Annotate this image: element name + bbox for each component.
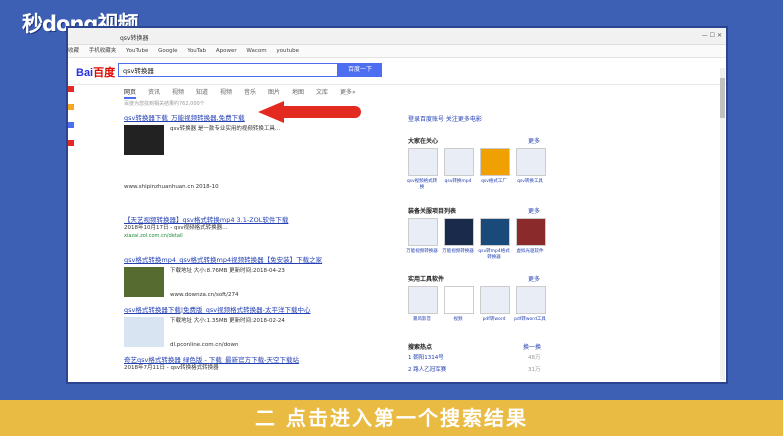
red-arrow-pointer	[258, 101, 284, 123]
result-title[interactable]: qsv格式转换器下载|免费版_qsv视频格式转换器-太平洋下载中心	[124, 306, 344, 314]
side-icon[interactable]	[68, 104, 74, 110]
app-label[interactable]: qsv格式工厂	[477, 178, 511, 184]
bookmark[interactable]: 手机收藏夹	[89, 48, 117, 54]
bookmark[interactable]: Google	[158, 48, 177, 54]
hot-item[interactable]: 1 朝阳1314号	[408, 354, 444, 362]
app-label[interactable]: pdf转word工具	[513, 316, 547, 322]
app-thumbnail[interactable]	[480, 218, 510, 246]
bookmarks-bar: 收藏 手机收藏夹 YouTube Google YouTab Apower Wa…	[68, 45, 726, 58]
result-snippet: 2018年10月17日 - qsv视频格式转换器…	[124, 225, 228, 231]
hot-count: 48万	[528, 355, 541, 361]
result-url[interactable]: www.shipinzhuanhuan.cn 2018-10	[124, 183, 219, 191]
app-thumbnail[interactable]	[516, 218, 546, 246]
app-label[interactable]: 万能视频转换器	[405, 248, 439, 254]
app-label[interactable]: 暴风影音	[405, 316, 439, 322]
result-thumbnail[interactable]	[124, 267, 164, 297]
sidebar-login[interactable]: 登录百度账号 关注更多电影	[408, 114, 482, 123]
tab-web[interactable]: 网页	[124, 87, 137, 99]
app-thumbnail[interactable]	[516, 286, 546, 314]
tab-wenku[interactable]: 文库	[316, 87, 328, 96]
app-thumbnail[interactable]	[444, 148, 474, 176]
tab-music[interactable]: 音乐	[244, 87, 256, 96]
result-title[interactable]: 【天艺视频转换器】qsv格式转换mp4 3.1-ZOL软件下载	[124, 216, 344, 224]
app-label[interactable]: qsv视频格式转换	[405, 178, 439, 190]
app-thumbnail[interactable]	[480, 286, 510, 314]
bookmark[interactable]: YouTube	[126, 48, 148, 54]
result-count: 百度为您找到相关结果约762,000个	[124, 101, 205, 107]
sidebar-more-link[interactable]: 更多	[528, 136, 540, 145]
window-controls[interactable]: — ☐ ✕	[702, 28, 722, 44]
search-result: 奇艺qsv格式转换器 绿色版 - 下载_最新官方下载-天空下载站 2018年7月…	[124, 356, 344, 372]
result-url[interactable]: www.downza.cn/soft/274	[170, 291, 239, 299]
red-arrow-pointer-body	[283, 106, 361, 118]
hot-item[interactable]: 2 路人乙冠军赛	[408, 366, 446, 374]
sidebar-heading: 大家在关心	[408, 138, 439, 145]
app-label[interactable]: 万能视频转换器	[441, 248, 475, 254]
side-icon[interactable]	[68, 140, 74, 146]
sidebar-heading: 实用工具软件	[408, 276, 445, 283]
scrollbar[interactable]	[720, 68, 725, 380]
result-title[interactable]: 奇艺qsv格式转换器 绿色版 - 下载_最新官方下载-天空下载站	[124, 356, 344, 364]
search-result: 【天艺视频转换器】qsv格式转换mp4 3.1-ZOL软件下载 2018年10月…	[124, 216, 344, 240]
bookmark[interactable]: Apower	[216, 48, 237, 54]
step-caption: 二 点击进入第一个搜索结果	[0, 400, 783, 436]
search-input[interactable]: qsv转换器	[118, 63, 338, 77]
app-thumbnail[interactable]	[480, 148, 510, 176]
search-button[interactable]: 百度一下	[338, 63, 382, 77]
sidebar-more-link[interactable]: 更多	[528, 274, 540, 283]
bookmark[interactable]: YouTab	[187, 48, 206, 54]
app-thumbnail[interactable]	[444, 218, 474, 246]
result-snippet: 2018年7月11日 - qsv转换格式转换器	[124, 365, 219, 371]
result-thumbnail[interactable]	[124, 317, 164, 347]
address-bar[interactable]: qsv转换器	[120, 31, 149, 47]
scrollbar-thumb[interactable]	[720, 78, 725, 118]
app-label[interactable]: 虚拟光驱软件	[513, 248, 547, 254]
result-url[interactable]: dl.pconline.com.cn/down	[170, 341, 239, 349]
baidu-logo[interactable]: Bai百度	[76, 64, 115, 80]
search-result: qsv格式转换器下载|免费版_qsv视频格式转换器-太平洋下载中心	[124, 306, 344, 314]
app-thumbnail[interactable]	[516, 148, 546, 176]
hot-count: 31万	[528, 367, 541, 373]
tab-zhidao[interactable]: 知道	[196, 87, 208, 96]
tab-image[interactable]: 图片	[268, 87, 280, 96]
sidebar-heading: 搜索热点	[408, 344, 433, 351]
bookmark[interactable]: Wacom	[246, 48, 266, 54]
browser-window: qsv转换器 — ☐ ✕ 收藏 手机收藏夹 YouTube Google You…	[68, 28, 726, 382]
sidebar-more-link[interactable]: 更多	[528, 206, 540, 215]
app-thumbnail[interactable]	[444, 286, 474, 314]
refresh-link[interactable]: 换一换	[523, 342, 541, 351]
app-thumbnail[interactable]	[408, 218, 438, 246]
search-tabs: 网页 资讯 视频 知道 视频 音乐 图片 地图 文库 更多»	[68, 85, 726, 99]
tab-video2[interactable]: 视频	[220, 87, 232, 96]
result-title[interactable]: qsv格式转换mp4_qsv格式转换mp4视频转换器【免安装】下载之家	[124, 256, 344, 264]
bookmark[interactable]: youtube	[276, 48, 299, 54]
browser-toolbar: qsv转换器 — ☐ ✕	[68, 28, 726, 45]
app-thumbnail[interactable]	[408, 286, 438, 314]
result-thumbnail[interactable]	[124, 125, 164, 155]
result-snippet: 下载地址 大小:8.76MB 更新时间:2018-04-23	[170, 268, 285, 274]
tab-video[interactable]: 视频	[172, 87, 184, 96]
sidebar-heading: 装备关服项目列表	[408, 208, 457, 215]
app-label[interactable]: pdf转word	[477, 316, 511, 322]
result-snippet: 下载地址 大小:1.35MB 更新时间:2018-02-24	[170, 318, 285, 324]
tab-map[interactable]: 地图	[292, 87, 304, 96]
app-label[interactable]: qsv转换mp4	[441, 178, 475, 184]
tab-news[interactable]: 资讯	[148, 87, 160, 96]
app-label[interactable]: qsv转换工具	[513, 178, 547, 184]
tab-more[interactable]: 更多»	[340, 87, 356, 96]
app-thumbnail[interactable]	[408, 148, 438, 176]
side-icon[interactable]	[68, 122, 74, 128]
search-result: qsv格式转换mp4_qsv格式转换mp4视频转换器【免安装】下载之家	[124, 256, 344, 264]
side-icon[interactable]	[68, 86, 74, 92]
result-url[interactable]: xiazai.zol.com.cn/detail	[124, 232, 344, 240]
baidu-search-bar: Bai百度 qsv转换器 百度一下	[68, 58, 726, 85]
result-snippet: qsv转换器 是一款专业实用的视频转换工具…	[170, 126, 281, 132]
bookmark[interactable]: 收藏	[68, 48, 79, 54]
app-label[interactable]: qsv转mp4格式转换器	[477, 248, 511, 260]
app-label[interactable]: 视频	[441, 316, 475, 322]
